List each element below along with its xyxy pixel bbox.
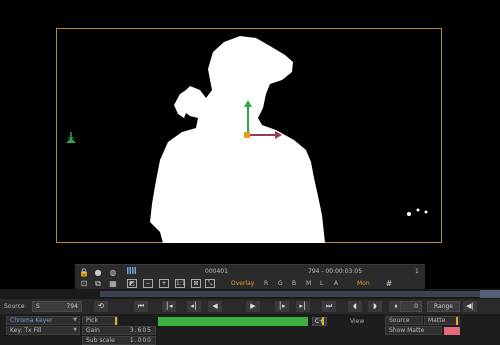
range-start-field[interactable]: 0 xyxy=(400,301,422,312)
zoom-out-icon[interactable]: − xyxy=(143,279,153,288)
lock-icon[interactable]: 🔒 xyxy=(79,268,89,277)
levels-icon[interactable] xyxy=(127,267,137,274)
gizmo-y-axis[interactable] xyxy=(247,106,249,135)
display-icon[interactable]: ▦ xyxy=(108,279,118,288)
step-back-icon[interactable]: ◂⎮ xyxy=(187,301,201,312)
channel-g-button[interactable]: G xyxy=(278,280,283,288)
grid-icon[interactable]: # xyxy=(384,279,394,288)
subscale-field[interactable]: Sub scale 1.000 xyxy=(82,336,156,345)
show-matte-button[interactable]: Show Matte xyxy=(385,326,442,335)
channel-b-button[interactable]: B xyxy=(292,280,296,288)
gizmo-x-axis[interactable] xyxy=(249,134,276,136)
compare-icon[interactable]: ⧉ xyxy=(93,279,103,288)
record-icon[interactable]: ● xyxy=(93,268,103,277)
overlay-button[interactable]: Overlay xyxy=(231,280,254,288)
next-key-icon[interactable]: ▸⎮ xyxy=(296,301,310,312)
mark-out-icon[interactable]: ◗ xyxy=(368,301,382,312)
play-reverse-icon[interactable]: ◀ xyxy=(208,301,222,312)
globe-icon[interactable]: ◍ xyxy=(108,268,118,277)
timeline-scroll[interactable] xyxy=(480,290,500,298)
matte-indicator xyxy=(456,317,458,325)
zoom-1-1-button[interactable]: 1:1 xyxy=(175,279,186,288)
subscale-value: 1.000 xyxy=(129,337,152,344)
loop-icon[interactable]: ⟲ xyxy=(94,301,108,312)
gain-field[interactable]: Gain 3.605 xyxy=(82,326,156,335)
gain-label: Gain xyxy=(86,327,100,334)
channel-l-button[interactable]: L xyxy=(320,280,323,288)
s-label: S xyxy=(36,303,40,310)
source-button-label: Source xyxy=(389,317,410,324)
timecode-right: 1 xyxy=(415,268,419,275)
timeline-strip[interactable] xyxy=(0,289,500,299)
mark-in-icon[interactable]: ◖ xyxy=(348,301,362,312)
transport-bar: Source S 794 ⟲ ⏮ ⎮◂ ◂⎮ ◀ ▶ ⎮▸ ▸⎮ ⏭ ◖ ◗ ⏸… xyxy=(0,299,500,314)
subscale-label: Sub scale xyxy=(86,337,115,344)
timeline-track[interactable] xyxy=(100,291,490,297)
dropdown-arrow-icon: ▼ xyxy=(73,327,77,333)
diagonal-icon[interactable]: ⤡ xyxy=(205,279,215,288)
timecode: 794 - 00:00:03:05 xyxy=(308,268,363,275)
gizmo-x-arrow-icon[interactable] xyxy=(275,131,282,139)
matte-silhouette xyxy=(150,36,428,243)
range-button[interactable]: Range xyxy=(427,301,460,312)
prev-key-icon[interactable]: ⎮◂ xyxy=(162,301,176,312)
audio-icon[interactable]: ◀| xyxy=(463,301,477,312)
channel-m-button[interactable]: M xyxy=(306,280,311,288)
matte-button[interactable]: Matte xyxy=(424,316,460,325)
step-forward-icon[interactable]: ⎮▸ xyxy=(275,301,289,312)
gizmo-center-handle[interactable] xyxy=(244,132,250,138)
c-plus-button[interactable]: C+ xyxy=(312,317,327,326)
matte-button-label: Matte xyxy=(428,317,446,324)
pick-button[interactable]: Pick xyxy=(82,316,118,325)
pick-indicator xyxy=(115,317,117,325)
dropdown-arrow-icon: ▼ xyxy=(73,317,77,323)
channel-r-button[interactable]: R xyxy=(264,280,268,288)
frame-number: 000401 xyxy=(205,268,228,275)
view-label: View xyxy=(350,318,365,325)
channel-a-button[interactable]: A xyxy=(334,280,338,288)
frame-value: 794 xyxy=(66,303,78,310)
node-selector[interactable]: Chroma Keyer ▼ xyxy=(6,316,80,325)
show-matte-label: Show Matte xyxy=(389,327,425,334)
pick-label: Pick xyxy=(86,317,98,324)
color-pick-bar[interactable] xyxy=(158,317,308,326)
go-to-start-icon[interactable]: ⏮ xyxy=(134,301,148,312)
cplus-indicator xyxy=(322,317,324,325)
mix-icon[interactable]: ◩ xyxy=(127,279,137,288)
viewer[interactable] xyxy=(0,0,500,262)
key-type-value: Key: Tx Fill xyxy=(10,327,42,334)
fit-icon[interactable]: ⊡ xyxy=(79,279,89,288)
play-icon[interactable]: ▶ xyxy=(246,301,260,312)
mon-button[interactable]: Mon xyxy=(357,280,370,288)
frame-field[interactable]: S 794 xyxy=(32,301,82,312)
go-to-end-icon[interactable]: ⏭ xyxy=(322,301,336,312)
key-type-selector[interactable]: Key: Tx Fill ▼ xyxy=(6,326,80,335)
frame-fit-icon[interactable]: ⊠ xyxy=(191,279,201,288)
axis-marker-icon[interactable] xyxy=(65,132,77,144)
zoom-in-icon[interactable]: + xyxy=(159,279,169,288)
node-name: Chroma Keyer xyxy=(10,317,53,324)
source-label: Source xyxy=(4,303,25,310)
matte-color-swatch[interactable] xyxy=(444,327,460,335)
gain-value: 3.605 xyxy=(129,327,152,334)
source-button[interactable]: Source xyxy=(385,316,423,325)
